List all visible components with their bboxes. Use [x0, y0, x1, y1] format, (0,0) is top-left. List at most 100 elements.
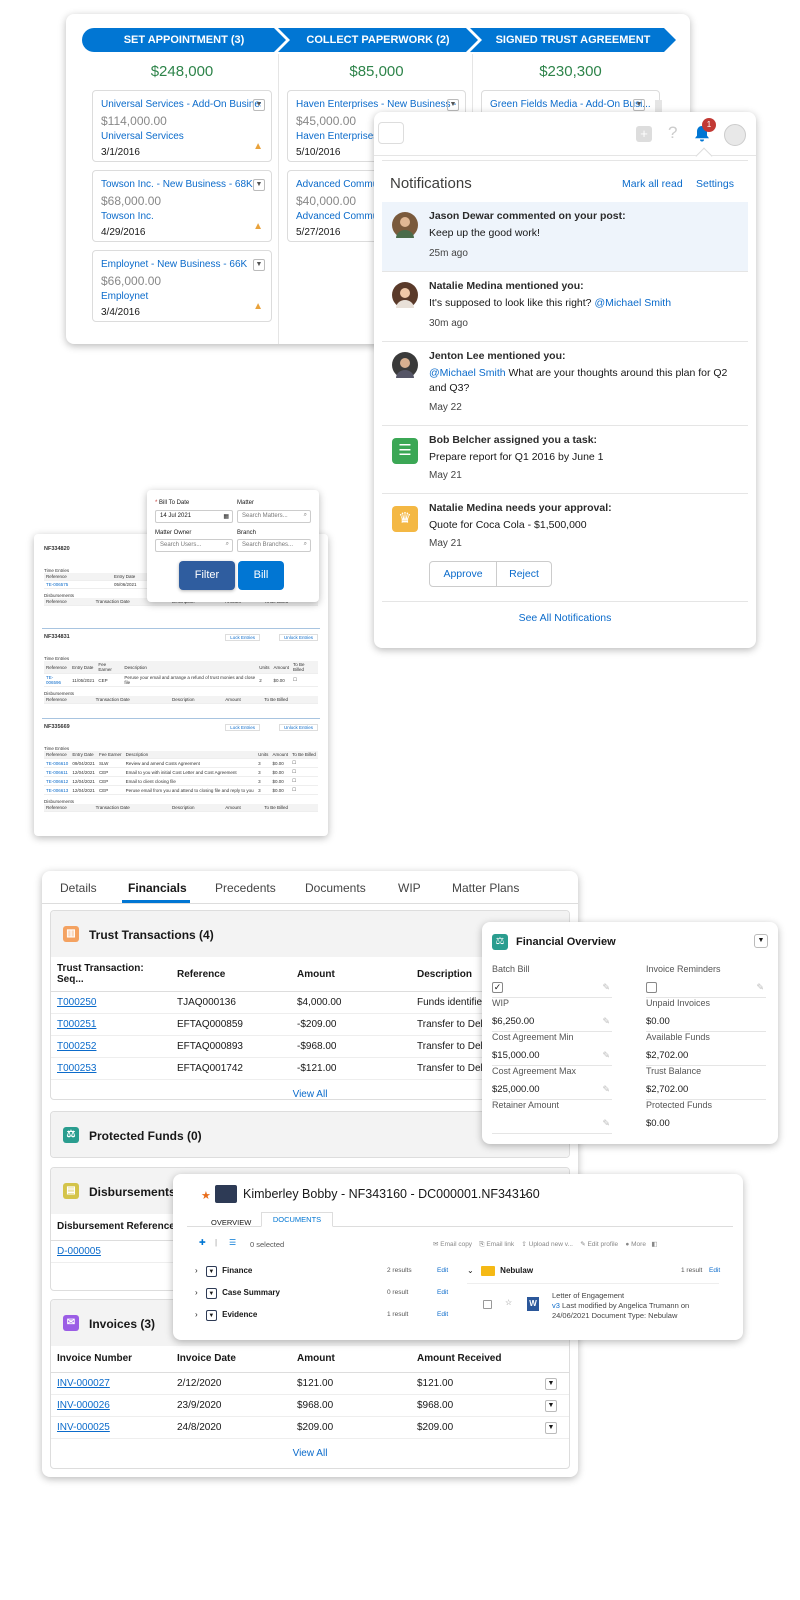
chevron-down-icon[interactable]: ▼	[253, 99, 265, 111]
card-account[interactable]: Universal Services	[101, 129, 263, 145]
chevron-down-icon[interactable]: ⌄	[521, 1188, 529, 1199]
opportunity-card[interactable]: Employnet - New Business - 66K $66,000.0…	[92, 250, 272, 322]
folder-row[interactable]: › ▼ Case Summary 0 result Edit	[195, 1288, 451, 1299]
branch-search-input[interactable]: Search Branches... ⌕	[237, 539, 311, 552]
card-title[interactable]: Employnet - New Business - 66K	[101, 257, 261, 273]
mention-link[interactable]: @Michael Smith	[429, 367, 506, 379]
chevron-down-icon[interactable]: ▼	[253, 259, 265, 271]
more-button[interactable]: ● More	[625, 1241, 646, 1248]
chevron-right-icon[interactable]: ›	[195, 1310, 198, 1319]
upload-new-version-button[interactable]: ⇪ Upload new v...	[521, 1241, 573, 1248]
view-all-link[interactable]: View All	[51, 1439, 569, 1468]
calendar-icon[interactable]: ▦	[223, 513, 229, 520]
tab-overview[interactable]: OVERVIEW	[211, 1218, 251, 1227]
entry-link[interactable]: TE-006612	[44, 776, 71, 786]
lock-entries-button[interactable]: Lock Entries	[225, 634, 260, 641]
card-title[interactable]: Universal Services - Add-On Business ...	[101, 97, 261, 113]
pencil-icon[interactable]: ✎	[602, 1016, 610, 1027]
col-header[interactable]: Invoice Number	[51, 1346, 171, 1373]
stage-collect-paperwork[interactable]: COLLECT PAPERWORK (2)	[278, 28, 478, 52]
tab-precedents[interactable]: Precedents	[215, 881, 276, 895]
chevron-right-icon[interactable]: ›	[195, 1266, 198, 1275]
entry-link[interactable]: TE-006611	[44, 767, 71, 777]
chevron-right-icon[interactable]: ›	[195, 1288, 198, 1297]
tab-details[interactable]: Details	[60, 881, 97, 895]
see-all-notifications-link[interactable]: See All Notifications	[382, 612, 748, 624]
approve-button[interactable]: Approve	[429, 561, 497, 587]
invoice-reminders-checkbox[interactable]	[646, 982, 657, 993]
to-be-billed-checkbox[interactable]: ☐	[290, 785, 318, 795]
col-header[interactable]: Amount	[291, 957, 411, 992]
trust-link[interactable]: T000252	[51, 1035, 171, 1058]
list-icon[interactable]: ☰	[229, 1238, 236, 1247]
invoice-link[interactable]: INV-000025	[51, 1416, 171, 1439]
trust-link[interactable]: T000250	[51, 991, 171, 1014]
col-header[interactable]: Amount	[291, 1346, 411, 1373]
row-actions-button[interactable]: ▼	[539, 1394, 569, 1417]
pencil-icon[interactable]: ✎	[756, 982, 764, 993]
bill-button[interactable]: Bill	[238, 561, 284, 590]
pencil-icon[interactable]: ✎	[602, 1050, 610, 1061]
tab-matter-plans[interactable]: Matter Plans	[452, 881, 519, 895]
mark-all-read-link[interactable]: Mark all read	[622, 178, 683, 190]
tab-wip[interactable]: WIP	[398, 881, 421, 895]
edit-link[interactable]: Edit	[709, 1267, 720, 1274]
chevron-down-icon[interactable]: ▼	[447, 99, 459, 111]
matter-search-input[interactable]: Search Matters... ⌕	[237, 510, 311, 523]
to-be-billed-checkbox[interactable]: ☐	[290, 776, 318, 786]
tab-documents[interactable]: DOCUMENTS	[261, 1212, 333, 1227]
chevron-down-icon[interactable]: ▼	[545, 1377, 557, 1390]
to-be-billed-checkbox[interactable]: ☐	[290, 758, 318, 768]
notification-item[interactable]: Jenton Lee mentioned you: @Michael Smith…	[382, 342, 748, 426]
chevron-down-icon[interactable]: ▼	[253, 179, 265, 191]
entry-link[interactable]: TE-006610	[44, 758, 71, 768]
search-input[interactable]	[378, 122, 404, 144]
edit-link[interactable]: Edit	[437, 1311, 448, 1318]
opportunity-card[interactable]: Universal Services - Add-On Business ...…	[92, 90, 272, 162]
col-header[interactable]: Amount Received	[411, 1346, 539, 1373]
tab-financials[interactable]: Financials	[128, 881, 187, 895]
notification-item[interactable]: ♛ Natalie Medina needs your approval: Qu…	[382, 494, 748, 602]
col-header[interactable]: Invoice Date	[171, 1346, 291, 1373]
entry-link[interactable]: TE-006596	[44, 673, 71, 687]
card-account[interactable]: Employnet	[101, 289, 263, 305]
edit-link[interactable]: Edit	[437, 1289, 448, 1296]
chevron-down-icon[interactable]: ▼	[633, 99, 645, 111]
folder-row[interactable]: ⌄ Nebulaw 1 result Edit	[467, 1266, 720, 1284]
entry-link[interactable]: TE-006613	[44, 785, 71, 795]
pencil-icon[interactable]: ✎	[602, 1084, 610, 1095]
chevron-down-icon[interactable]: ⌄	[467, 1266, 474, 1275]
card-title[interactable]: Towson Inc. - New Business - 68K	[101, 177, 261, 193]
card-account[interactable]: Towson Inc.	[101, 209, 263, 225]
batch-bill-checkbox[interactable]: ✓	[492, 982, 503, 993]
invoice-link[interactable]: INV-000026	[51, 1394, 171, 1417]
card-title[interactable]: Haven Enterprises - New Business - 4...	[296, 97, 456, 113]
col-header[interactable]: Reference	[171, 957, 291, 992]
stage-set-appointment[interactable]: SET APPOINTMENT (3)	[82, 28, 286, 52]
stage-signed-trust-agreement[interactable]: SIGNED TRUST AGREEMENT	[470, 28, 676, 52]
row-actions-button[interactable]: ▼	[539, 1372, 569, 1395]
add-icon[interactable]: ✚	[199, 1238, 206, 1247]
document-name[interactable]: Letter of Engagement	[552, 1291, 722, 1301]
unlock-entries-button[interactable]: Unlock Entries	[278, 724, 318, 731]
trust-link[interactable]: T000251	[51, 1013, 171, 1036]
col-header[interactable]: Trust Transaction: Seq...	[51, 957, 171, 992]
notification-item[interactable]: Jason Dewar commented on your post: Keep…	[382, 202, 748, 272]
panel-toggle-icon[interactable]: ◧	[651, 1241, 657, 1248]
row-actions-button[interactable]: ▼	[539, 1416, 569, 1439]
to-be-billed-checkbox[interactable]: ☐	[290, 673, 318, 687]
notification-item[interactable]: ☰ Bob Belcher assigned you a task: Prepa…	[382, 426, 748, 494]
card-title[interactable]: Green Fields Media - Add-On Busi...	[490, 97, 650, 113]
settings-link[interactable]: Settings	[696, 178, 734, 190]
email-copy-button[interactable]: ✉ Email copy	[433, 1241, 472, 1248]
folder-row[interactable]: › ▼ Finance 2 results Edit	[195, 1266, 451, 1277]
notification-item[interactable]: Natalie Medina mentioned you: It's suppo…	[382, 272, 748, 342]
chevron-down-icon[interactable]: ▼	[545, 1399, 557, 1412]
tab-documents[interactable]: Documents	[305, 881, 366, 895]
lock-entries-button[interactable]: Lock Entries	[225, 724, 260, 731]
filter-button[interactable]: Filter	[179, 561, 235, 590]
chevron-down-icon[interactable]: ▼	[545, 1421, 557, 1434]
trust-link[interactable]: T000253	[51, 1057, 171, 1080]
invoice-link[interactable]: INV-000027	[51, 1372, 171, 1395]
to-be-billed-checkbox[interactable]: ☐	[290, 767, 318, 777]
